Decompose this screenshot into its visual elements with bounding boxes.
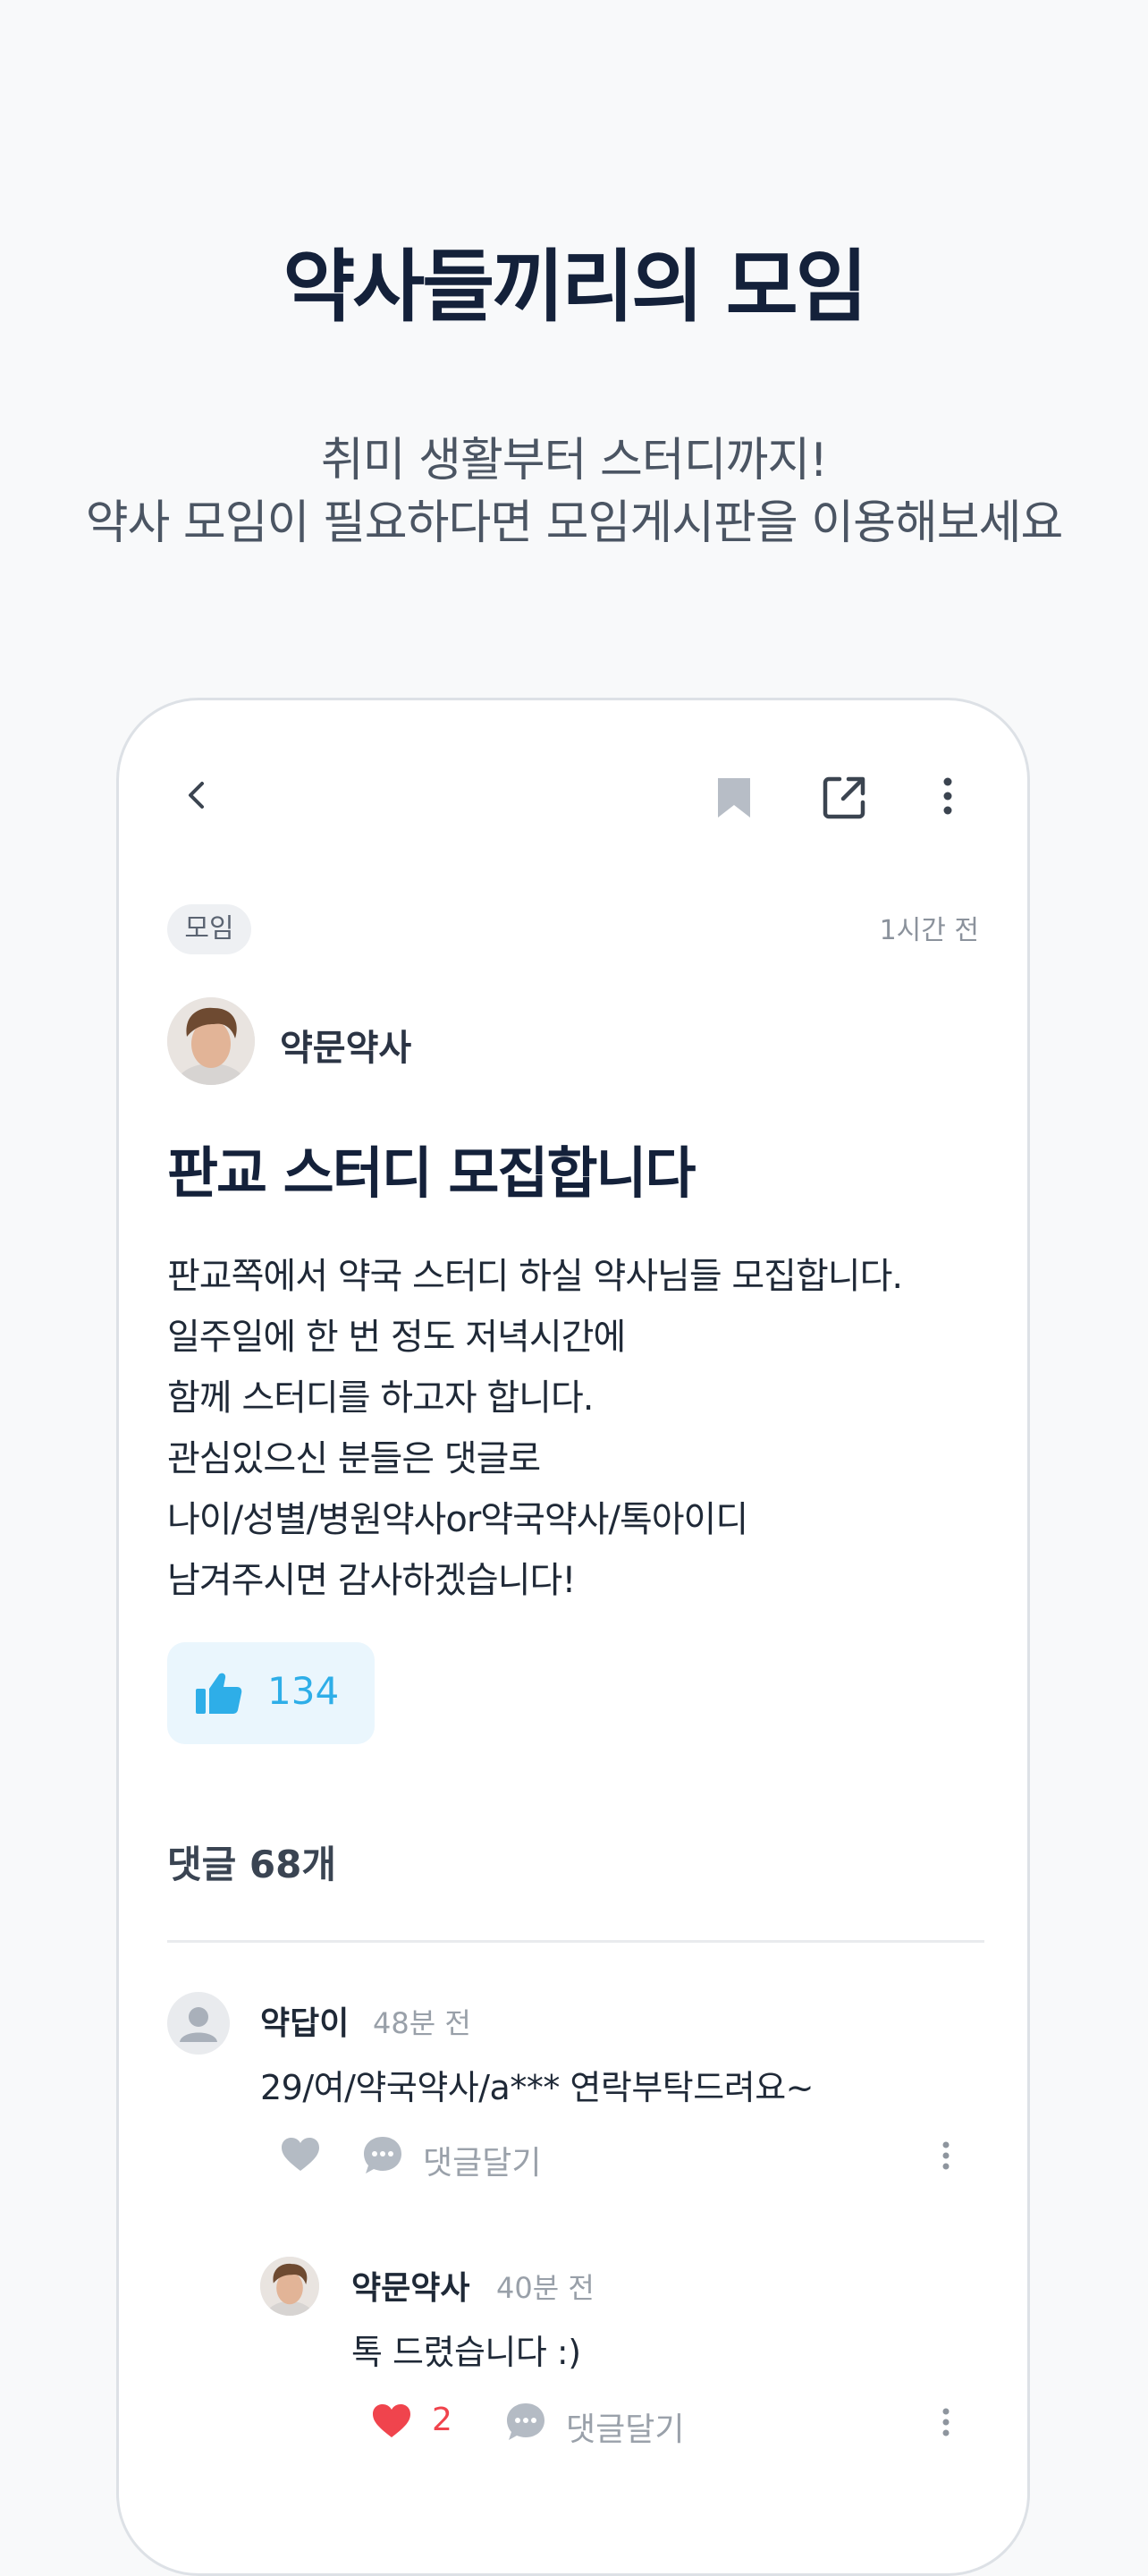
hero-subtitle: 취미 생활부터 스터디까지! 약사 모임이 필요하다면 모임게시판을 이용해보세… [0, 429, 1148, 555]
reply-button[interactable]: 댓글달기 [566, 2403, 684, 2450]
more-icon[interactable] [941, 775, 954, 817]
post-body-line: 나이/성별/병원약사or약국약사/톡아이디 [167, 1499, 748, 1540]
post-body-line: 함께 스터디를 하고자 합니다. [167, 1377, 594, 1419]
post-time: 1시간 전 [879, 915, 979, 946]
bookmark-icon[interactable] [714, 775, 754, 820]
comment-author[interactable]: 약답이 [260, 1997, 349, 2044]
comment-time: 48분 전 [373, 2006, 471, 2040]
phone-mockup: 모임 1시간 전 약문약사 판교 스터디 모집합니다 판교쪽에서 약국 스터디 … [116, 698, 1030, 2576]
comment-text: 톡 드렸습니다 :) [351, 2333, 581, 2372]
like-count: 134 [267, 1669, 340, 1713]
hero-subtitle-line2: 약사 모임이 필요하다면 모임게시판을 이용해보세요 [85, 496, 1064, 550]
avatar-photo-icon [260, 2257, 319, 2316]
post-body-line: 남겨주시면 감사하겠습니다! [167, 1560, 576, 1601]
more-icon[interactable] [941, 2140, 950, 2171]
comment-time: 40분 전 [496, 2271, 595, 2305]
avatar-photo-icon [167, 997, 255, 1085]
hero-subtitle-line1: 취미 생활부터 스터디까지! [320, 434, 828, 487]
heart-icon[interactable] [280, 2137, 321, 2173]
comment-author[interactable]: 약문약사 [351, 2262, 469, 2309]
hero-title: 약사들끼리의 모임 [283, 241, 867, 333]
heart-icon[interactable] [371, 2403, 412, 2439]
comments-header: 댓글 68개 [167, 1843, 336, 1886]
thumbs-up-icon [196, 1673, 242, 1714]
post-author[interactable]: 약문약사 [280, 1019, 411, 1071]
comment-bubble-icon[interactable] [362, 2135, 403, 2176]
comment-text: 29/여/약국약사/a*** 연락부탁드려요~ [260, 2068, 815, 2107]
reply-button[interactable]: 댓글달기 [423, 2137, 541, 2183]
avatar[interactable] [260, 2257, 319, 2316]
like-button[interactable]: 134 [167, 1642, 375, 1744]
post-body: 판교쪽에서 약국 스터디 하실 약사님들 모집합니다. 일주일에 한 번 정도 … [167, 1246, 990, 1611]
comment-like-count: 2 [432, 2402, 452, 2438]
post-body-line: 일주일에 한 번 정도 저녁시간에 [167, 1317, 626, 1358]
post-body-line: 판교쪽에서 약국 스터디 하실 약사님들 모집합니다. [167, 1256, 903, 1297]
post-title: 판교 스터디 모집합니다 [167, 1140, 696, 1206]
avatar[interactable] [167, 997, 255, 1085]
post-body-line: 관심있으신 분들은 댓글로 [167, 1438, 541, 1479]
more-icon[interactable] [941, 2407, 950, 2437]
divider [167, 1940, 984, 1943]
share-icon[interactable] [820, 774, 868, 822]
user-icon[interactable] [167, 1992, 230, 2055]
comment-bubble-icon[interactable] [505, 2402, 546, 2443]
back-icon[interactable] [178, 775, 217, 815]
